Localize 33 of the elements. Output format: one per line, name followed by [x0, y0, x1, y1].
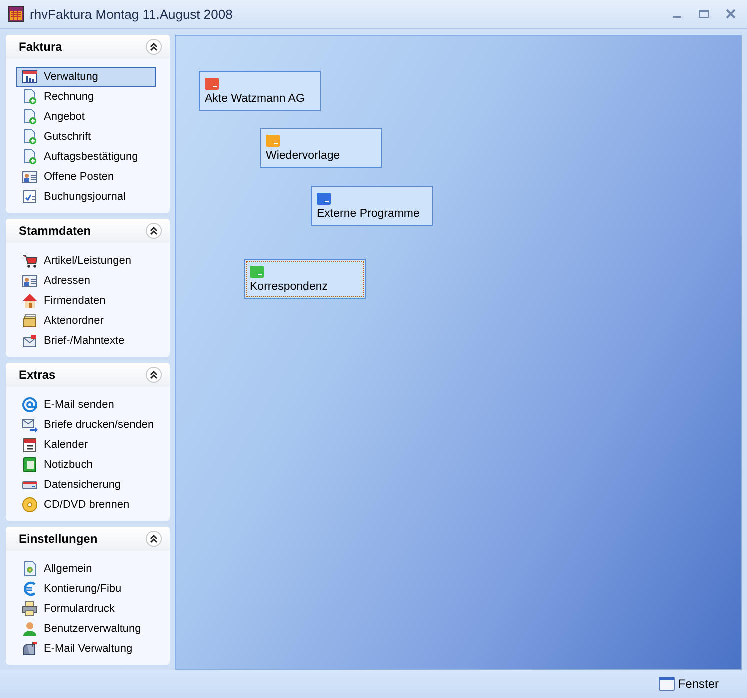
sidebar-item[interactable]: Kalender — [16, 435, 156, 455]
desktop-shortcut[interactable]: Korrespondenz — [244, 259, 366, 299]
sidebar-item[interactable]: Aktenordner — [16, 311, 156, 331]
sidebar-item[interactable]: CD/DVD brennen — [16, 495, 156, 515]
sidebar-item[interactable]: Gutschrift — [16, 127, 156, 147]
sidebar-item[interactable]: Notizbuch — [16, 455, 156, 475]
sidebar-item[interactable]: Auftagsbestätigung — [16, 147, 156, 167]
panel-title: Stammdaten — [19, 224, 92, 238]
sidebar-item[interactable]: E-Mail Verwaltung — [16, 639, 156, 659]
window-title: rhvFaktura Montag 11.August 2008 — [30, 6, 233, 22]
sidebar-item[interactable]: Formulardruck — [16, 599, 156, 619]
panel-title: Einstellungen — [19, 532, 98, 546]
sidebar-item[interactable]: E-Mail senden — [16, 395, 156, 415]
sidebar-item[interactable]: Briefe drucken/senden — [16, 415, 156, 435]
desktop-shortcut[interactable]: Wiedervorlage — [260, 128, 382, 168]
sidebar-item[interactable]: Angebot — [16, 107, 156, 127]
sidebar-item[interactable]: Verwaltung — [16, 67, 156, 87]
sidebar-item[interactable]: Kontierung/Fibu — [16, 579, 156, 599]
sidebar-item[interactable]: Brief-/Mahntexte — [16, 331, 156, 351]
sidebar-item[interactable]: Artikel/Leistungen — [16, 251, 156, 271]
desktop-shortcut[interactable]: Akte Watzmann AG — [199, 71, 321, 111]
panel-title: Extras — [19, 368, 56, 382]
panel-title: Faktura — [19, 40, 62, 54]
sidebar-item[interactable]: Benutzerverwaltung — [16, 619, 156, 639]
sidebar-item[interactable]: Allgemein — [16, 559, 156, 579]
sidebar-item[interactable]: Buchungsjournal — [16, 187, 156, 207]
sidebar-item[interactable]: Firmendaten — [16, 291, 156, 311]
sidebar-item[interactable]: Adressen — [16, 271, 156, 291]
sidebar-item[interactable]: Offene Posten — [16, 167, 156, 187]
window-menu-button[interactable]: Fenster — [659, 676, 719, 692]
sidebar-item[interactable]: Rechnung — [16, 87, 156, 107]
desktop-shortcut[interactable]: Externe Programme — [311, 186, 433, 226]
sidebar-item[interactable]: Datensicherung — [16, 475, 156, 495]
